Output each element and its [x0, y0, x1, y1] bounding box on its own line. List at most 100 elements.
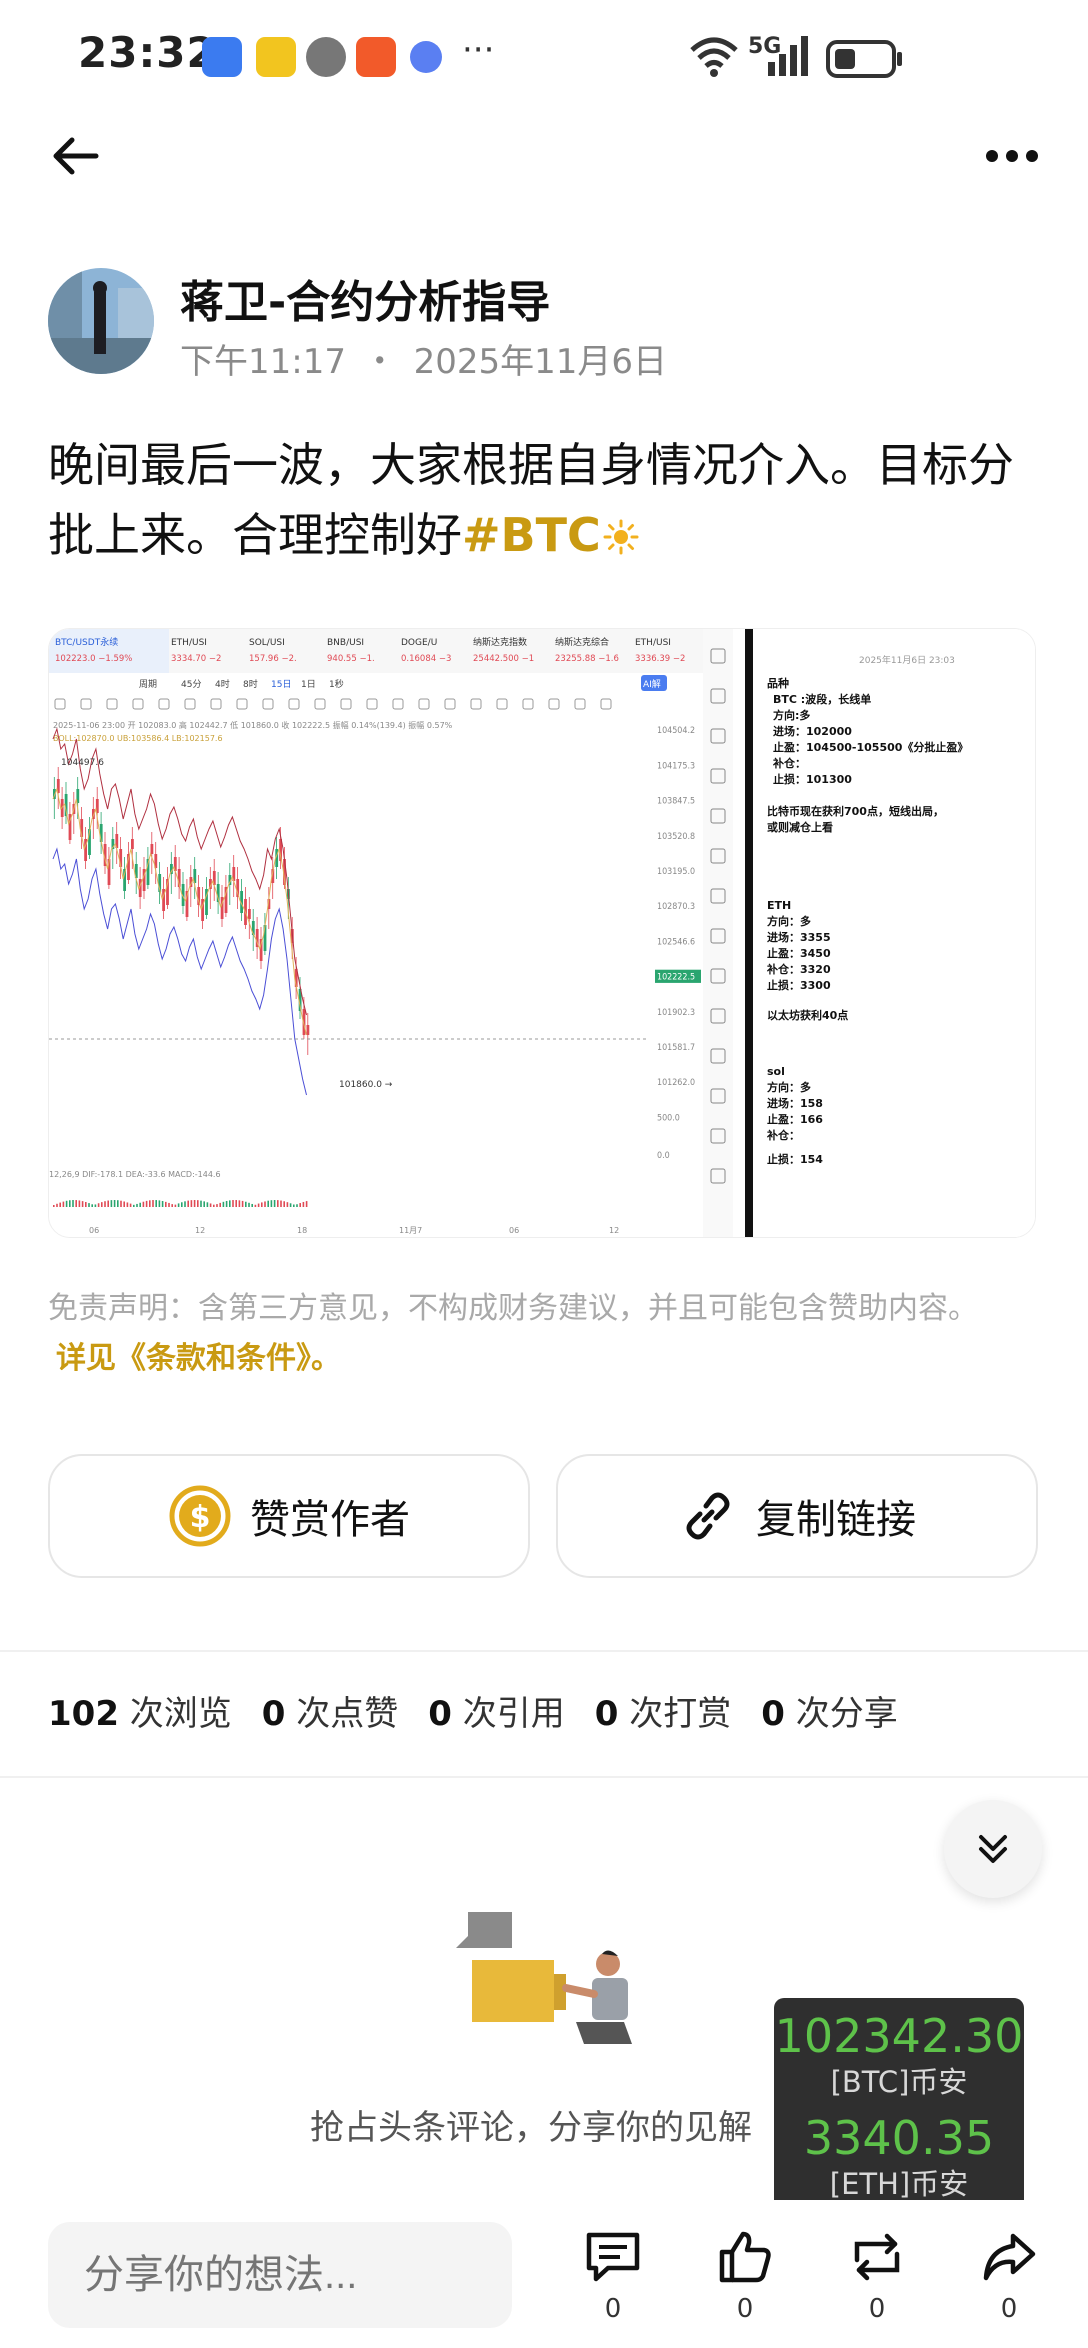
macd-bar	[177, 1203, 180, 1207]
macd-bar	[289, 1203, 292, 1207]
price-axis-label: 102222.5	[657, 971, 695, 981]
macd-bar	[65, 1200, 68, 1207]
macd-bar	[81, 1201, 84, 1207]
price-axis-label: 101262.0	[657, 1077, 695, 1087]
author-avatar[interactable]	[48, 268, 154, 374]
note-line: 方向：多	[767, 1080, 811, 1094]
chart-screenshot: BTC/USDT永续 102223.0 −1.59% ETH/USI 3334.70 …	[49, 629, 1035, 1237]
tip-author-button[interactable]: $ 赞赏作者	[48, 1454, 530, 1578]
note-line: 品种	[767, 676, 789, 690]
boll-readout: BOLL:102870.0 UB:103586.4 LB:102157.6	[53, 734, 223, 743]
note-line: sol	[767, 1065, 785, 1078]
stat-tips: 0 次打赏	[594, 1694, 732, 1734]
comment-input[interactable]	[48, 2222, 512, 2328]
chart-tab: ETH/USI	[171, 638, 207, 648]
share-count: 0	[1000, 2294, 1018, 2324]
macd-bar	[110, 1200, 113, 1207]
candle	[248, 909, 251, 919]
price-ticker-overlay[interactable]: 102342.30 [BTC]币安 3340.35 [ETH]币安	[774, 1998, 1024, 2234]
chart-interval: 45分	[181, 679, 201, 690]
author-name[interactable]: 蒋卫-合约分析指导	[180, 266, 550, 330]
macd-bar	[238, 1200, 241, 1207]
note-line: 进场：102000	[773, 724, 852, 738]
price-axis-label: 101581.7	[657, 1042, 695, 1052]
chart-tab: 纳斯达克指数	[473, 636, 527, 648]
back-arrow-icon[interactable]	[48, 128, 104, 184]
signal-icon	[768, 36, 808, 76]
hashtag-btc[interactable]: #BTC	[462, 508, 601, 562]
chart-tab: ETH/USI	[635, 638, 671, 648]
macd-bar	[113, 1200, 116, 1207]
macd-bar	[139, 1202, 141, 1207]
svg-text:$: $	[190, 1500, 211, 1535]
eth-price: 3340.35	[803, 2111, 995, 2165]
macd-bar	[97, 1203, 100, 1207]
price-axis-label: 103520.8	[657, 830, 695, 840]
macd-bar	[209, 1203, 212, 1207]
price-axis-label: 104175.3	[657, 760, 695, 770]
tip-author-label: 赞赏作者	[250, 1497, 410, 1543]
like-action[interactable]: 0	[710, 2230, 780, 2324]
macd-bar	[56, 1203, 58, 1207]
post-time: 下午11:17	[180, 342, 346, 382]
macd-bar	[181, 1202, 183, 1207]
wifi-icon	[690, 37, 738, 77]
btc-price: 102342.30	[774, 2009, 1024, 2063]
macd-bar	[59, 1202, 61, 1207]
macd-bar	[241, 1200, 244, 1207]
price-axis-label: 102546.6	[657, 936, 695, 946]
ohlc-readout: 2025-11-06 23:00 开 102083.0 高 102442.7 低…	[53, 720, 453, 730]
note-line: BTC :波段，长线单	[773, 692, 871, 706]
note-line: 补仓：	[772, 756, 806, 770]
macd-bar	[88, 1203, 90, 1207]
x-axis-label: 06	[89, 1226, 99, 1235]
repost-action[interactable]: 0	[842, 2230, 912, 2324]
price-axis-label: 500.0	[657, 1112, 680, 1122]
chart-tab-price: 23255.88 −1.6	[555, 654, 619, 664]
macd-bar	[216, 1204, 218, 1207]
thumbs-up-icon	[719, 2231, 771, 2283]
note-line: 止损：101300	[773, 772, 852, 786]
status-time: 23:32	[78, 28, 217, 77]
chart-tab-price: 3334.70 −2	[171, 654, 221, 664]
price-axis-label: 0.0	[657, 1149, 670, 1159]
macd-bar	[62, 1201, 65, 1207]
disclaimer-text: 免责声明：含第三方意见，不构成财务建议，并且可能包含赞助内容。	[48, 1291, 978, 1326]
copy-link-label: 复制链接	[756, 1497, 916, 1543]
comment-action[interactable]: 0	[578, 2230, 648, 2324]
macd-bar	[149, 1200, 151, 1207]
price-axis-label: 103195.0	[657, 866, 695, 876]
macd-bar	[78, 1200, 81, 1207]
chart-interval: 4时	[215, 678, 230, 690]
macd-bar	[280, 1200, 282, 1207]
eth-label: [ETH]币安	[829, 2167, 969, 2201]
macd-bar	[257, 1203, 260, 1207]
macd-bar	[213, 1204, 215, 1207]
macd-bar	[299, 1203, 301, 1207]
stat-quotes: 0 次引用	[428, 1694, 565, 1734]
chart-tab-price: 25442.500 −1	[473, 654, 534, 664]
macd-bar	[117, 1200, 119, 1207]
macd-bar	[129, 1203, 132, 1207]
post-image[interactable]: BTC/USDT永续 102223.0 −1.59% ETH/USI 3334.70 …	[48, 628, 1036, 1238]
macd-bar	[184, 1201, 186, 1207]
chart-interval: 15日	[271, 679, 291, 690]
macd-bar	[126, 1202, 129, 1207]
copy-link-button[interactable]: 复制链接	[556, 1454, 1038, 1578]
collapse-button[interactable]	[944, 1800, 1042, 1898]
x-axis-label: 12	[195, 1226, 205, 1235]
terms-link[interactable]: 详见《条款和条件》。	[56, 1334, 1048, 1384]
comment-count: 0	[604, 2294, 622, 2324]
macd-bar	[75, 1200, 77, 1207]
more-notifications-icon: ···	[462, 30, 495, 70]
macd-readout: 12,26,9 DIF:-178.1 DEA:-33.6 MACD:-144.6	[49, 1170, 221, 1179]
repost-icon	[854, 2233, 900, 2281]
share-action[interactable]: 0	[974, 2230, 1044, 2324]
macd-bar	[277, 1200, 279, 1207]
price-axis-label: 102870.3	[657, 901, 695, 911]
more-options-icon[interactable]	[984, 148, 1040, 164]
like-count: 0	[736, 2294, 754, 2324]
note-line: 比特币现在获利700点，短线出局，	[767, 804, 944, 818]
macd-bar	[251, 1203, 253, 1207]
macd-bar	[296, 1204, 298, 1207]
